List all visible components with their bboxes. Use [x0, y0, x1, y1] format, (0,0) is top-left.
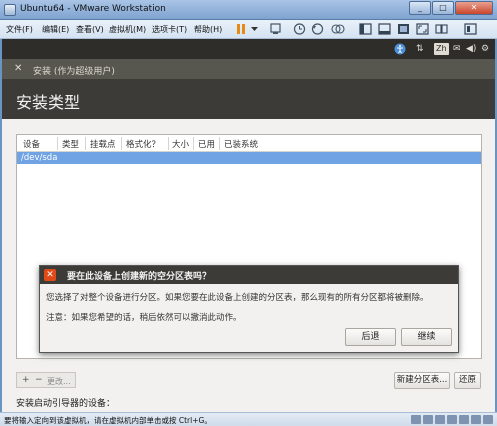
send-ctrl-alt-del-icon[interactable] — [268, 22, 283, 36]
installer-header-title: 安装 (作为超级用户) — [33, 67, 115, 77]
display-icon[interactable] — [483, 415, 493, 424]
revert-snapshot-icon[interactable] — [310, 22, 325, 36]
page-title: 安装类型 — [16, 93, 81, 112]
settings-gear-icon[interactable]: ⚙ — [481, 43, 489, 55]
snapshot-manager-icon[interactable] — [330, 22, 345, 36]
status-bar: 要将输入定向到该虚拟机，请在虚拟机内部单击或按 Ctrl+G。 — [0, 412, 497, 426]
menu-vm[interactable]: 虚拟机(M) — [109, 24, 146, 35]
column-divider — [168, 137, 169, 150]
column-header-format[interactable]: 格式化？ — [126, 138, 160, 150]
partition-edit-buttons: + − 更改... — [16, 372, 76, 388]
cdrom-icon[interactable] — [423, 415, 433, 424]
maximize-button[interactable]: □ — [432, 1, 454, 15]
menu-bar: 文件(F) 编辑(E) 查看(V) 虚拟机(M) 选项卡(T) 帮助(H) — [0, 20, 497, 39]
stretch-guest-icon[interactable] — [463, 22, 478, 36]
column-divider — [219, 137, 220, 150]
back-button[interactable]: 后退 — [345, 328, 396, 346]
installer-header: ✕ 安装 (作为超级用户) — [2, 59, 495, 79]
create-partition-table-dialog: ✕ 要在此设备上创建新的空分区表吗？ 您选择了对整个设备进行分区。如果您要在此设… — [39, 265, 459, 353]
thumbnail-view-icon[interactable] — [377, 22, 392, 36]
menu-file[interactable]: 文件(F) — [6, 24, 33, 35]
remove-partition-button[interactable]: − — [35, 375, 43, 385]
dialog-titlebar: ✕ 要在此设备上创建新的空分区表吗？ — [40, 266, 458, 284]
continue-button[interactable]: 继续 — [401, 328, 452, 346]
column-divider — [57, 137, 58, 150]
hard-disk-icon[interactable] — [411, 415, 421, 424]
guest-screen[interactable]: ⇅ Zh ✉ ◀) ⚙ ✕ 安装 (作为超级用户) 安装类型 设备 类型 挂载点… — [2, 39, 495, 412]
vmware-app-icon — [4, 4, 16, 16]
status-message: 要将输入定向到该虚拟机，请在虚拟机内部单击或按 Ctrl+G。 — [4, 416, 212, 425]
installer-title-bar: 安装类型 — [2, 79, 495, 119]
column-header-type[interactable]: 类型 — [62, 138, 79, 150]
dialog-close-icon[interactable]: ✕ — [44, 269, 56, 281]
partition-toolbar: + − 更改... 新建分区表... 还原 — [16, 372, 482, 390]
column-header-device[interactable]: 设备 — [23, 138, 40, 150]
volume-icon[interactable]: ◀) — [466, 43, 476, 55]
fullscreen-icon[interactable] — [415, 22, 430, 36]
installer-close-icon[interactable]: ✕ — [14, 63, 22, 74]
menu-help[interactable]: 帮助(H) — [194, 24, 222, 35]
console-view-icon[interactable] — [396, 22, 411, 36]
column-header-used[interactable]: 已用 — [198, 138, 215, 150]
dropdown-arrow-icon[interactable] — [247, 22, 262, 36]
menu-edit[interactable]: 编辑(E) — [42, 24, 69, 35]
sidebar-view-icon[interactable] — [358, 22, 373, 36]
usb-icon[interactable] — [447, 415, 457, 424]
network-adapter-icon[interactable] — [435, 415, 445, 424]
close-window-button[interactable]: ✕ — [455, 1, 493, 15]
new-partition-table-button[interactable]: 新建分区表... — [394, 372, 450, 389]
menu-view[interactable]: 查看(V) — [76, 24, 104, 35]
printer-icon[interactable] — [471, 415, 481, 424]
device-status-icons — [411, 415, 493, 424]
snapshot-icon[interactable] — [292, 22, 307, 36]
device-cell: /dev/sda — [21, 153, 58, 163]
column-header-size[interactable]: 大小 — [172, 138, 189, 150]
dialog-note: 注意：如果您希望的话，稍后依然可以撤消此动作。 — [46, 313, 242, 323]
unity-icon[interactable] — [434, 22, 449, 36]
revert-button[interactable]: 还原 — [454, 372, 481, 389]
menu-tabs[interactable]: 选项卡(T) — [152, 24, 187, 35]
partition-table-header: 设备 类型 挂载点 格式化？ 大小 已用 已装系统 — [17, 135, 481, 152]
column-divider — [121, 137, 122, 150]
column-divider — [193, 137, 194, 150]
column-divider — [85, 137, 86, 150]
window-controls: _ □ ✕ — [409, 1, 493, 15]
input-method-indicator[interactable]: Zh — [434, 43, 449, 55]
boot-loader-label: 安装启动引导器的设备： — [16, 399, 116, 409]
window-titlebar: Ubuntu64 - VMware Workstation _ □ ✕ — [0, 0, 497, 20]
dialog-title: 要在此设备上创建新的空分区表吗？ — [67, 272, 212, 282]
dialog-message: 您选择了对整个设备进行分区。如果您要在此设备上创建的分区表，那么现有的所有分区都… — [46, 293, 429, 303]
column-header-system[interactable]: 已装系统 — [224, 138, 258, 150]
sound-card-icon[interactable] — [459, 415, 469, 424]
window-title: Ubuntu64 - VMware Workstation — [20, 4, 166, 14]
mail-icon[interactable]: ✉ — [453, 43, 461, 55]
change-partition-button[interactable]: 更改... — [47, 376, 71, 387]
column-header-mount[interactable]: 挂载点 — [90, 138, 116, 150]
add-partition-button[interactable]: + — [22, 375, 30, 385]
table-row[interactable]: /dev/sda — [17, 152, 481, 164]
network-arrows-icon[interactable]: ⇅ — [416, 43, 424, 55]
accessibility-icon[interactable] — [394, 43, 406, 55]
ubuntu-top-panel: ⇅ Zh ✉ ◀) ⚙ — [2, 39, 495, 59]
minimize-button[interactable]: _ — [409, 1, 431, 15]
